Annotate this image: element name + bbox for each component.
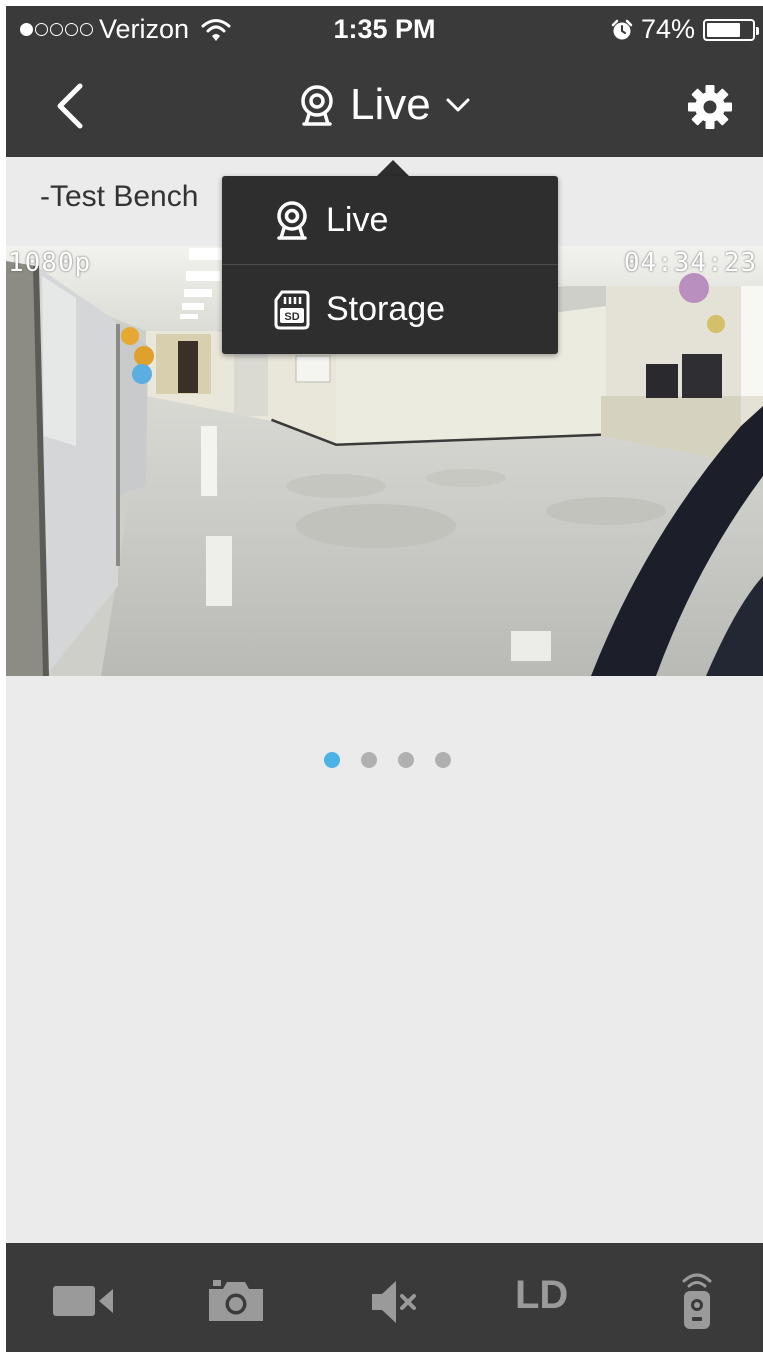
video-camera-icon[interactable] xyxy=(53,1285,115,1317)
chevron-left-icon[interactable] xyxy=(50,82,90,130)
alarm-clock-icon xyxy=(611,19,633,39)
battery-percent: 74% xyxy=(640,14,695,44)
menu-item-label: Live xyxy=(326,200,389,239)
page-title: Live xyxy=(350,80,431,129)
view-mode-dropdown: Live SD Storage xyxy=(222,176,558,354)
mute-icon[interactable] xyxy=(370,1279,420,1325)
page-dot[interactable] xyxy=(361,752,377,768)
view-mode-selector[interactable]: Live xyxy=(296,80,471,130)
sd-card-icon: SD xyxy=(274,290,310,329)
menu-item-storage[interactable]: SD Storage xyxy=(222,265,558,354)
webcam-icon xyxy=(301,85,333,126)
remote-icon[interactable] xyxy=(680,1269,714,1331)
dropdown-pointer xyxy=(376,160,410,177)
menu-item-label: Storage xyxy=(326,290,446,328)
status-bar: Verizon 1:35 PM 74% xyxy=(6,6,763,52)
page-dot[interactable] xyxy=(435,752,451,768)
menu-item-live[interactable]: Live xyxy=(222,176,558,265)
timestamp-overlay: 04:34:23 AM xyxy=(623,248,763,278)
page-indicator xyxy=(324,752,451,768)
navigation-bar: Live xyxy=(6,52,763,157)
app-screen: Verizon 1:35 PM 74% Live -Test Bench 108… xyxy=(6,6,763,1352)
bottom-toolbar: LD xyxy=(6,1243,763,1352)
gear-icon[interactable] xyxy=(687,84,733,130)
page-dot[interactable] xyxy=(324,752,340,768)
battery-icon xyxy=(703,18,759,41)
camera-icon[interactable] xyxy=(207,1279,265,1323)
page-dot[interactable] xyxy=(398,752,414,768)
resolution-overlay: 1080p xyxy=(8,248,92,278)
camera-name: -Test Bench xyxy=(40,180,199,213)
quality-ld-button[interactable]: LD xyxy=(515,1273,568,1318)
status-right: 74% xyxy=(611,14,759,45)
svg-text:SD: SD xyxy=(284,311,299,323)
webcam-icon xyxy=(277,201,307,240)
battery-fill xyxy=(707,22,740,37)
chevron-down-icon xyxy=(446,98,470,112)
top-bar: Verizon 1:35 PM 74% Live xyxy=(6,6,763,157)
